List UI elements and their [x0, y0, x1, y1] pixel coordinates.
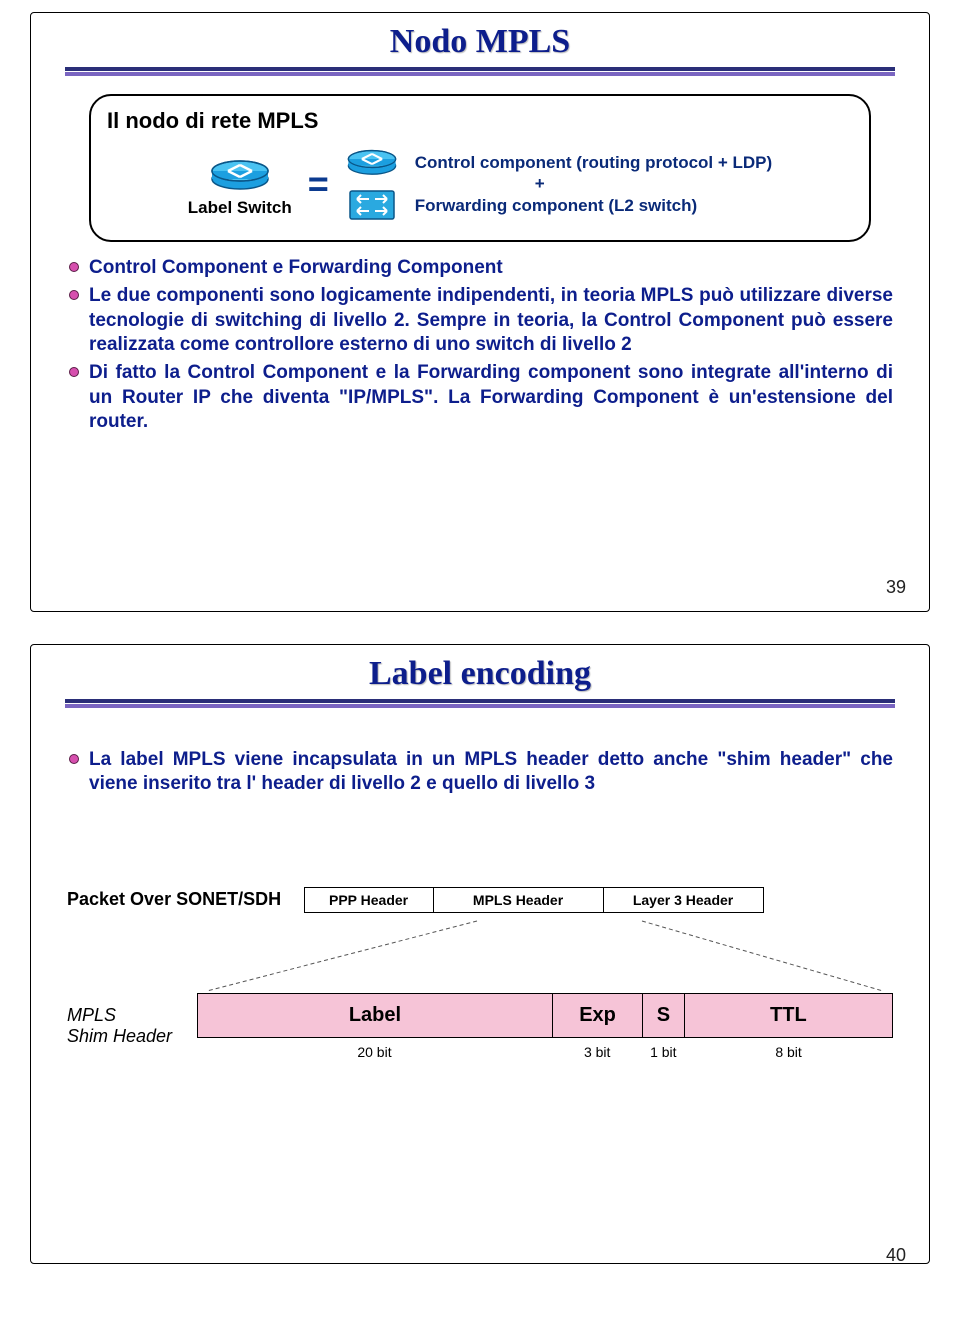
diagram-node-mpls: Il nodo di rete MPLS Label Switch — [89, 94, 871, 242]
shim-header-area: MPLS Shim Header Label Exp S TTL 20 bit … — [67, 993, 893, 1060]
title-underline — [65, 699, 895, 708]
equals-sign: = — [308, 163, 329, 205]
bullet-item: Di fatto la Control Component e la Forwa… — [69, 361, 893, 434]
cell-s: S — [642, 994, 684, 1037]
slide-number: 40 — [886, 1245, 906, 1266]
slide-title: Nodo MPLS — [31, 13, 929, 65]
router-icon — [208, 151, 272, 196]
bullet-text: Control Component e Forwarding Component — [89, 256, 503, 280]
slide-frame: Nodo MPLS Il nodo di rete MPLS — [30, 12, 930, 612]
packet-row: Packet Over SONET/SDH PPP Header MPLS He… — [67, 887, 893, 913]
cell-ttl: TTL — [684, 994, 892, 1037]
forwarding-component-text: Forwarding component (L2 switch) — [415, 195, 772, 216]
bullet-dot-icon — [69, 262, 79, 272]
bits-exp: 3 bit — [552, 1044, 642, 1060]
layer3-header-box: Layer 3 Header — [604, 887, 764, 913]
shim-cells: Label Exp S TTL — [197, 993, 893, 1038]
slide-1: Nodo MPLS Il nodo di rete MPLS — [0, 0, 960, 632]
bullet-list: La label MPLS viene incapsulata in un MP… — [69, 748, 893, 797]
switch-icon — [347, 185, 397, 226]
router-icon-small — [345, 142, 399, 181]
bullet-dot-icon — [69, 367, 79, 377]
bullet-text: La label MPLS viene incapsulata in un MP… — [89, 748, 893, 797]
title-underline — [65, 67, 895, 76]
bullet-text: Le due componenti sono logicamente indip… — [89, 284, 893, 357]
cell-exp: Exp — [552, 994, 642, 1037]
diagram-right-text: Control component (routing protocol + LD… — [415, 152, 772, 216]
diagram-heading: Il nodo di rete MPLS — [107, 108, 853, 134]
control-component-text: Control component (routing protocol + LD… — [415, 152, 772, 173]
bullet-text: Di fatto la Control Component e la Forwa… — [89, 361, 893, 434]
shim-table: Label Exp S TTL 20 bit 3 bit 1 bit 8 bit — [197, 993, 893, 1060]
slide-frame: Label encoding La label MPLS viene incap… — [30, 644, 930, 1264]
connector-lines-icon — [67, 913, 893, 993]
bullet-list: Control Component e Forwarding Component… — [69, 256, 893, 434]
bits-s: 1 bit — [642, 1044, 684, 1060]
diagram-row: Label Switch = — [107, 142, 853, 226]
packet-label: Packet Over SONET/SDH — [67, 889, 281, 910]
label-switch-label: Label Switch — [188, 198, 292, 218]
label-switch-block: Label Switch — [188, 151, 292, 218]
header-boxes: PPP Header MPLS Header Layer 3 Header — [304, 887, 764, 913]
ppp-header-box: PPP Header — [304, 887, 434, 913]
bullet-item: Control Component e Forwarding Component — [69, 256, 893, 280]
bullet-item: La label MPLS viene incapsulata in un MP… — [69, 748, 893, 797]
bullet-dot-icon — [69, 754, 79, 764]
bits-ttl: 8 bit — [684, 1044, 893, 1060]
plus-sign: + — [415, 173, 665, 194]
bullet-item: Le due componenti sono logicamente indip… — [69, 284, 893, 357]
bits-label: 20 bit — [197, 1044, 552, 1060]
shim-label: MPLS Shim Header — [67, 1005, 177, 1047]
cell-label: Label — [198, 994, 552, 1037]
slide-2: Label encoding La label MPLS viene incap… — [0, 632, 960, 1284]
slide-title: Label encoding — [31, 645, 929, 697]
bullet-dot-icon — [69, 290, 79, 300]
shim-bits: 20 bit 3 bit 1 bit 8 bit — [197, 1044, 893, 1060]
right-icons — [345, 142, 399, 226]
slide-number: 39 — [886, 577, 906, 598]
mpls-header-box: MPLS Header — [434, 887, 604, 913]
